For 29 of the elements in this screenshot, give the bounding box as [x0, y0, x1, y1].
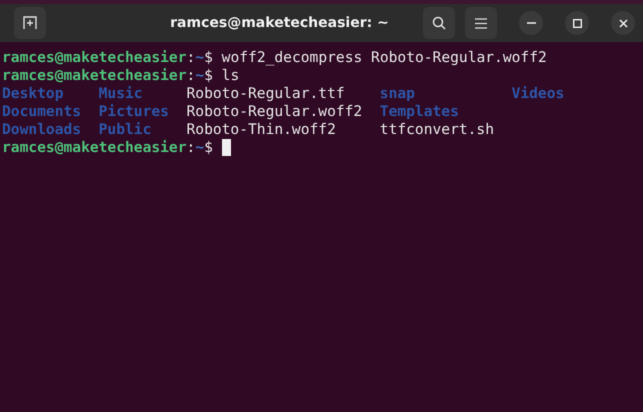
directory-name: Videos — [512, 85, 564, 103]
search-button[interactable] — [423, 7, 455, 39]
command-line: ramces@maketecheasier:~$ ls — [2, 67, 240, 85]
minimize-button[interactable] — [519, 11, 543, 35]
directory-name: Templates — [380, 103, 459, 121]
minimize-icon — [526, 22, 536, 24]
search-icon — [432, 16, 446, 30]
directory-name: Pictures — [98, 103, 169, 121]
close-icon — [618, 18, 628, 28]
directory-name: Documents — [2, 103, 82, 121]
new-tab-icon — [23, 16, 37, 30]
window-title: ramces@maketecheasier: ~ — [169, 15, 390, 31]
close-button[interactable] — [611, 11, 635, 35]
file-name: Roboto-Thin.woff2 — [186, 121, 336, 139]
file-name: ttfconvert.sh — [380, 121, 494, 139]
command-line: ramces@maketecheasier:~$ woff2_decompress Roboto-Regular.woff2 — [2, 49, 548, 67]
directory-name: Downloads — [2, 121, 82, 139]
file-name: Roboto-Regular.woff2 — [186, 103, 362, 121]
prompt-line: ramces@maketecheasier:~$ — [2, 139, 643, 157]
directory-name: Public — [98, 121, 152, 139]
maximize-button[interactable] — [565, 11, 589, 35]
file-name: Roboto-Regular.ttf — [186, 85, 345, 103]
directory-name: Music — [98, 85, 143, 103]
menu-icon — [475, 18, 487, 28]
directory-name: snap — [380, 85, 415, 103]
maximize-icon — [572, 18, 582, 28]
directory-name: Desktop — [2, 85, 64, 103]
menu-button[interactable] — [465, 7, 497, 39]
new-tab-button[interactable] — [14, 7, 46, 39]
